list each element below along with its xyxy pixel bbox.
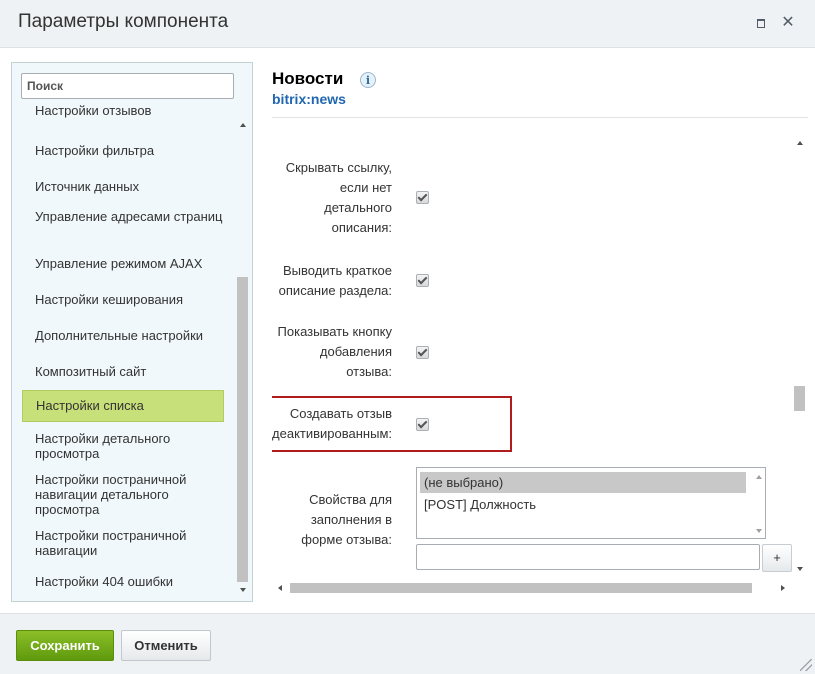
sidebar-scrollbar[interactable] bbox=[236, 117, 250, 599]
dialog-footer: Сохранить Отменить bbox=[0, 613, 815, 674]
label-line: Показывать кнопку bbox=[277, 324, 392, 339]
show-add-review-checkbox[interactable] bbox=[416, 346, 429, 359]
sidebar-item-404[interactable]: Настройки 404 ошибки bbox=[22, 574, 224, 589]
label-line: детального bbox=[324, 200, 392, 215]
label-line: Создавать отзыв bbox=[289, 406, 392, 421]
sidebar-item-composite[interactable]: Композитный сайт bbox=[22, 364, 224, 379]
sidebar-item-caching[interactable]: Настройки кеширования bbox=[22, 292, 224, 307]
sidebar-item-detail-pagination[interactable]: Настройки постраничной навигации детальн… bbox=[22, 472, 224, 517]
save-button[interactable]: Сохранить bbox=[16, 630, 114, 661]
label-line: если нет bbox=[339, 180, 392, 195]
sidebar-item-filter[interactable]: Настройки фильтра bbox=[22, 143, 224, 158]
close-icon[interactable]: ✕ bbox=[781, 15, 795, 31]
sidebar-item-list-settings[interactable]: Настройки списка bbox=[22, 390, 224, 422]
dialog-title: Параметры компонента bbox=[18, 11, 229, 32]
sidebar-item-detail[interactable]: Настройки детального просмотра bbox=[22, 431, 224, 461]
sidebar-item-ajax[interactable]: Управление режимом AJAX bbox=[22, 256, 224, 271]
listbox-option[interactable]: [POST] Должность bbox=[420, 494, 746, 515]
settings-hscroll-thumb[interactable] bbox=[290, 583, 752, 593]
label-line: описания: bbox=[331, 220, 392, 235]
scroll-left-icon[interactable] bbox=[278, 585, 282, 591]
settings-vertical-scrollbar[interactable] bbox=[792, 135, 808, 577]
label-line: форме отзыва: bbox=[301, 532, 392, 547]
hide-link-label: Скрывать ссылку, если нет детального опи… bbox=[286, 158, 392, 238]
search-input[interactable] bbox=[21, 73, 234, 99]
scroll-up-icon[interactable] bbox=[240, 123, 246, 127]
listbox-scroll-down-icon[interactable] bbox=[756, 529, 762, 533]
label-line: Выводить краткое bbox=[282, 263, 392, 278]
label-line: заполнения в bbox=[310, 512, 392, 527]
create-inactive-label: Создавать отзыв деактивированным: bbox=[272, 404, 392, 444]
dialog-titlebar: Параметры компонента ✕ bbox=[0, 0, 815, 48]
component-name: Новости bbox=[272, 69, 344, 88]
sidebar: Настройки отзывов Настройки фильтра Исто… bbox=[11, 62, 253, 602]
add-property-button[interactable]: + bbox=[762, 544, 792, 572]
label-line: описание раздела: bbox=[278, 283, 392, 298]
label-line: Свойства для bbox=[309, 492, 392, 507]
sidebar-item-url-management[interactable]: Управление адресами страниц bbox=[22, 209, 224, 224]
scroll-down-icon[interactable] bbox=[240, 588, 246, 592]
show-section-desc-label: Выводить краткое описание раздела: bbox=[279, 261, 392, 301]
sidebar-item-additional[interactable]: Дополнительные настройки bbox=[22, 328, 224, 343]
maximize-icon[interactable] bbox=[754, 16, 768, 30]
info-icon[interactable]: i bbox=[360, 72, 376, 88]
settings-scroll-thumb[interactable] bbox=[794, 386, 805, 411]
sidebar-scroll-thumb[interactable] bbox=[237, 277, 248, 582]
review-props-label: Свойства для заполнения в форме отзыва: bbox=[301, 490, 392, 550]
sidebar-item-reviews[interactable]: Настройки отзывов bbox=[22, 103, 224, 118]
component-code: bitrix:news bbox=[272, 91, 346, 107]
label-line: Скрывать ссылку, bbox=[285, 160, 392, 175]
label-line: добавления bbox=[319, 344, 392, 359]
label-line: деактивированным: bbox=[272, 426, 392, 441]
listbox-option[interactable]: (не выбрано) bbox=[420, 472, 746, 493]
scroll-right-icon[interactable] bbox=[781, 585, 785, 591]
settings-horizontal-scrollbar[interactable] bbox=[272, 578, 792, 596]
listbox-scroll-up-icon[interactable] bbox=[756, 475, 762, 479]
resize-grip-icon[interactable] bbox=[800, 659, 812, 671]
show-section-desc-checkbox[interactable] bbox=[416, 274, 429, 287]
sidebar-nav-list: Настройки отзывов Настройки фильтра Исто… bbox=[12, 99, 236, 601]
show-add-review-label: Показывать кнопку добавления отзыва: bbox=[278, 322, 392, 382]
settings-panel: Скрывать ссылку, если нет детального опи… bbox=[272, 135, 792, 577]
create-inactive-checkbox[interactable] bbox=[416, 418, 429, 431]
cancel-button[interactable]: Отменить bbox=[121, 630, 211, 661]
review-props-text-input[interactable] bbox=[416, 544, 760, 570]
sidebar-item-pagination[interactable]: Настройки постраничной навигации bbox=[22, 528, 224, 558]
sidebar-item-data-source[interactable]: Источник данных bbox=[22, 179, 224, 194]
scroll-down-icon[interactable] bbox=[797, 567, 803, 571]
review-props-listbox[interactable]: (не выбрано) [POST] Должность bbox=[416, 467, 766, 539]
label-line: отзыва: bbox=[346, 364, 392, 379]
scroll-up-icon[interactable] bbox=[797, 141, 803, 145]
header-divider bbox=[272, 117, 808, 118]
hide-link-checkbox[interactable] bbox=[416, 191, 429, 204]
